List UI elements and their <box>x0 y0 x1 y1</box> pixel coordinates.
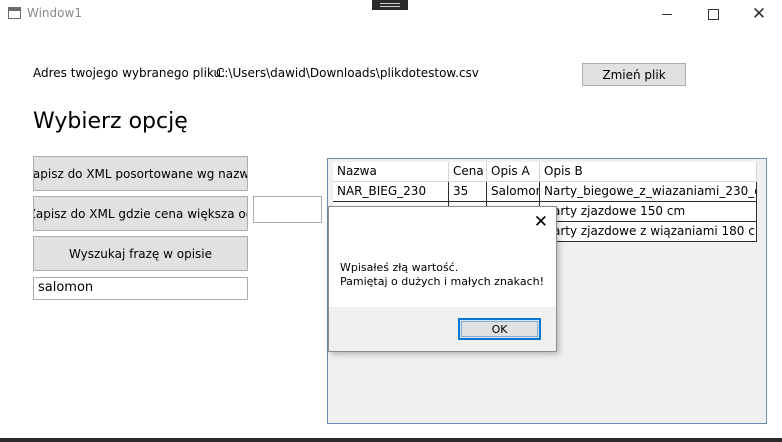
column-header[interactable]: Cena <box>449 162 487 182</box>
table-row[interactable]: NAR_BIEG_230 35 Salomon Narty_biegowe_z_… <box>333 182 757 202</box>
ok-button[interactable]: OK <box>458 318 541 340</box>
title-bar: Window1 ✕ <box>0 0 782 28</box>
dialog-message-line: Pamiętaj o dużych i małych znakach! <box>340 275 544 288</box>
table-cell[interactable]: Narty_biegowe_z_wiazaniami_230_cm12 <box>540 182 757 202</box>
maximize-button[interactable] <box>690 0 736 28</box>
minimize-icon <box>662 13 672 15</box>
table-cell[interactable]: Narty zjazdowe 150 cm <box>540 202 757 222</box>
price-input[interactable] <box>253 196 322 223</box>
close-icon: ✕ <box>751 3 767 24</box>
drag-grip[interactable] <box>372 0 408 10</box>
grid-header-row: Nazwa Cena Opis A Opis B <box>333 162 757 182</box>
close-icon[interactable]: ✕ <box>534 214 548 231</box>
message-dialog: ✕ Wpisałeś złą wartość. Pamiętaj o dużyc… <box>328 206 557 352</box>
column-header[interactable]: Nazwa <box>333 162 449 182</box>
table-cell[interactable]: Narty zjazdowe z wiązaniami 180 cm <box>540 222 757 242</box>
dialog-message-line: Wpisałeś złą wartość. <box>340 261 459 274</box>
table-cell[interactable]: 35 <box>449 182 487 202</box>
search-description-button[interactable]: Wyszukaj frazę w opisie <box>33 236 248 271</box>
page-title: Wybierz opcję <box>33 109 188 134</box>
maximize-icon <box>707 8 719 20</box>
save-price-filter-xml-button[interactable]: Zapisz do XML gdzie cena większa od <box>33 196 248 231</box>
change-file-button[interactable]: Zmień plik <box>582 63 686 86</box>
search-input[interactable]: salomon <box>33 277 248 300</box>
table-cell[interactable]: Salomon <box>487 182 540 202</box>
dialog-message: Wpisałeś złą wartość. Pamiętaj o dużych … <box>340 261 544 289</box>
taskbar-edge <box>0 438 782 442</box>
file-path-label: Adres twojego wybranego pliku: <box>33 66 226 80</box>
save-sorted-xml-button[interactable]: Zapisz do XML posortowane wg nazwy <box>33 156 248 191</box>
app-icon <box>8 7 21 19</box>
column-header[interactable]: Opis B <box>540 162 757 182</box>
minimize-button[interactable] <box>644 0 690 28</box>
close-button[interactable]: ✕ <box>736 0 782 28</box>
file-path-value: C:\Users\dawid\Downloads\plikdotestow.cs… <box>216 66 479 80</box>
column-header[interactable]: Opis A <box>487 162 540 182</box>
table-cell[interactable]: NAR_BIEG_230 <box>333 182 449 202</box>
window-title: Window1 <box>27 6 82 20</box>
